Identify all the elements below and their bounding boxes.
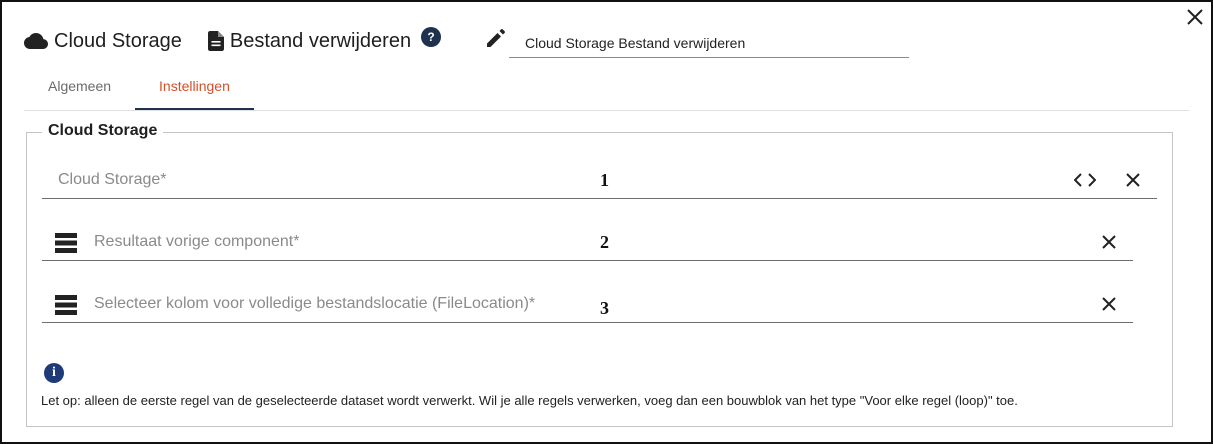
info-note: Let op: alleen de eerste regel van de ge… xyxy=(41,393,1018,408)
clear-previous-result-icon[interactable] xyxy=(1098,231,1120,253)
help-icon[interactable]: ? xyxy=(421,27,442,47)
tab-instellingen[interactable]: Instellingen xyxy=(135,70,254,110)
action-title: Bestand verwijderen ? xyxy=(207,27,442,53)
list-icon[interactable] xyxy=(55,294,77,316)
file-location-column-field[interactable]: Selecteer kolom voor volledige bestandsl… xyxy=(42,286,1133,323)
field-annotation-1: 1 xyxy=(600,170,609,190)
field-annotation-2: 2 xyxy=(600,232,609,252)
info-icon: i xyxy=(44,363,64,383)
code-icon[interactable] xyxy=(1074,169,1096,191)
clear-cloud-storage-icon[interactable] xyxy=(1122,169,1144,191)
document-icon xyxy=(207,31,224,51)
tabs-divider xyxy=(24,110,1189,111)
cloud-storage-title: Cloud Storage xyxy=(24,30,182,53)
section-legend: Cloud Storage xyxy=(42,122,164,140)
previous-result-field[interactable]: Resultaat vorige component* 2 xyxy=(42,224,1133,261)
close-dialog-icon[interactable] xyxy=(1184,6,1206,28)
cloud-icon xyxy=(24,33,48,49)
cloud-storage-field-label: Cloud Storage* xyxy=(58,171,167,188)
component-name-input[interactable] xyxy=(509,28,909,58)
cloud-storage-field[interactable]: Cloud Storage* 1 xyxy=(42,162,1157,199)
action-title-text: Bestand verwijderen xyxy=(229,29,412,52)
cloud-title-text: Cloud Storage xyxy=(54,29,182,52)
pencil-icon xyxy=(486,28,506,53)
field-annotation-3: 3 xyxy=(600,298,609,318)
tab-bar: Algemeen Instellingen xyxy=(24,70,254,110)
tab-algemeen[interactable]: Algemeen xyxy=(24,70,135,110)
file-location-field-label: Selecteer kolom voor volledige bestandsl… xyxy=(94,295,536,312)
clear-file-location-icon[interactable] xyxy=(1098,293,1120,315)
list-icon[interactable] xyxy=(55,232,77,254)
dialog-header: Cloud Storage Bestand verwijderen ? xyxy=(24,26,442,56)
previous-result-field-label: Resultaat vorige component* xyxy=(94,233,300,250)
